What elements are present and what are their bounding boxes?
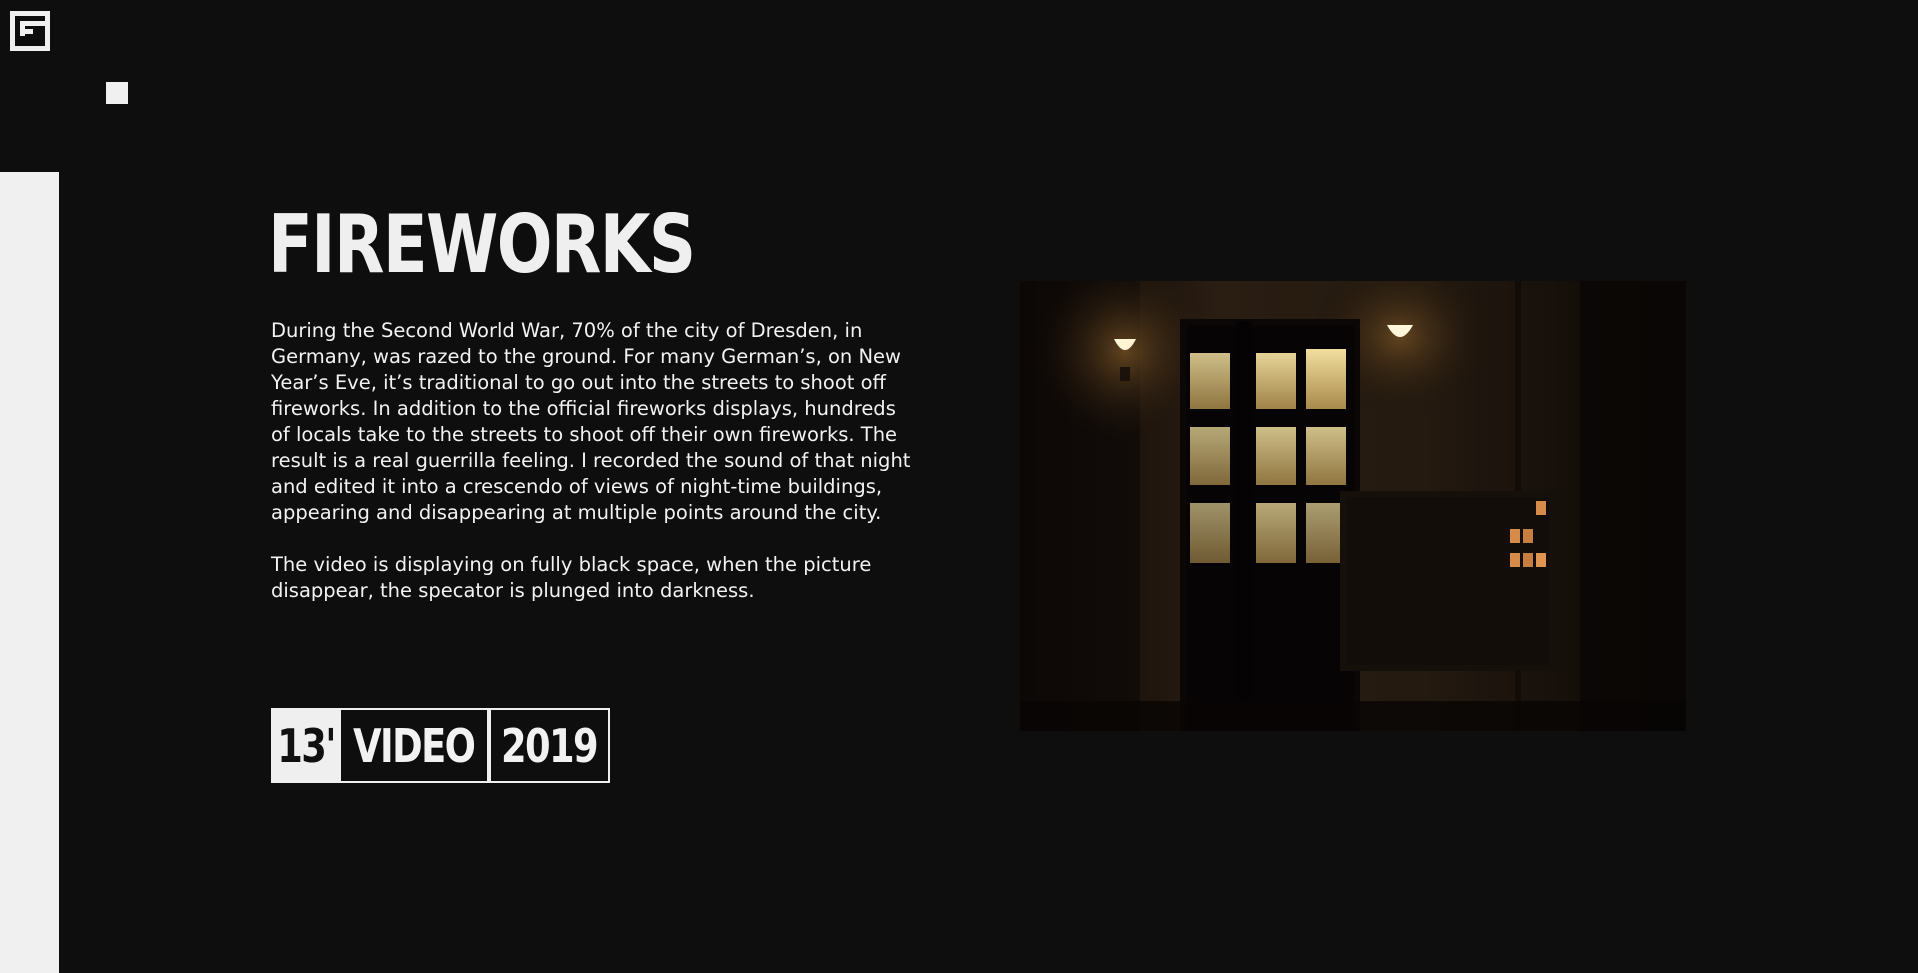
- project-description: During the Second World War, 70% of the …: [271, 318, 911, 630]
- project-page: FIREWORKS During the Second World War, 7…: [0, 0, 1918, 973]
- type-label: VIDEO: [353, 718, 476, 773]
- logo-icon[interactable]: [10, 11, 50, 51]
- side-panel: [0, 172, 59, 973]
- description-paragraph: The video is displaying on fully black s…: [271, 553, 872, 602]
- duration-badge: 13': [271, 708, 341, 783]
- year-badge: 2019: [489, 708, 610, 783]
- type-badge: VIDEO: [341, 708, 489, 783]
- project-meta: 13' VIDEO 2019: [271, 708, 610, 783]
- duration-label: 13': [277, 718, 336, 773]
- year-label: 2019: [501, 718, 599, 773]
- page-title: FIREWORKS: [268, 198, 696, 291]
- menu-square-icon[interactable]: [106, 82, 128, 104]
- description-paragraph: During the Second World War, 70% of the …: [271, 319, 911, 524]
- video-still[interactable]: [1020, 281, 1686, 731]
